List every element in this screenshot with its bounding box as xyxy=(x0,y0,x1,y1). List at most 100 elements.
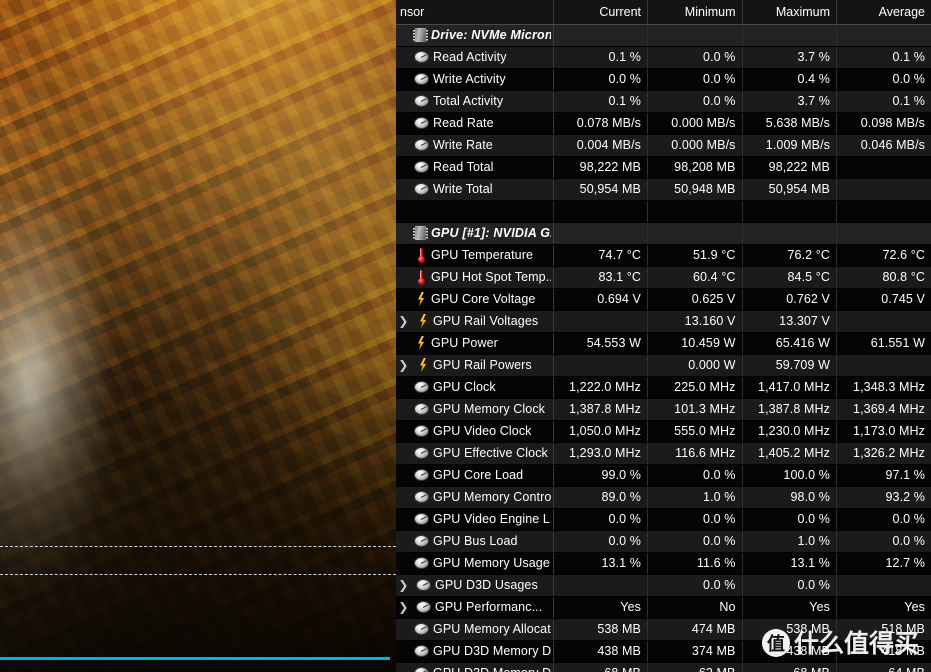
cell-minimum: No xyxy=(647,596,743,619)
gauge-icon xyxy=(414,469,429,481)
cell-maximum: 0.762 V xyxy=(742,288,837,311)
cell-sensor-name: GPU Memory Allocated xyxy=(396,618,554,641)
sensor-group-row[interactable]: GPU [#1]: NVIDIA G... xyxy=(396,222,931,245)
cell-sensor-name: ❯ GPU Rail Powers xyxy=(396,354,554,377)
gauge-icon xyxy=(414,645,429,657)
chevron-right-icon[interactable]: ❯ xyxy=(398,599,409,615)
chevron-placeholder xyxy=(396,247,407,263)
desktop-wallpaper[interactable] xyxy=(0,0,396,672)
cell-current: 99.0 % xyxy=(553,464,648,487)
gauge-icon xyxy=(414,403,429,415)
cell-sensor-name xyxy=(396,200,554,223)
cell-current: 1,050.0 MHz xyxy=(553,420,648,443)
cell-sensor-name: GPU [#1]: NVIDIA G... xyxy=(396,222,554,245)
column-header-minimum[interactable]: Minimum xyxy=(647,0,743,25)
table-row[interactable]: GPU Effective Clock 1,293.0 MHz 116.6 MHz 1… xyxy=(396,442,931,465)
table-row[interactable]: GPU Core Load 99.0 % 0.0 % 100.0 % 97.1 % xyxy=(396,464,931,487)
table-row[interactable]: ❯ GPU D3D Usages 0.0 % 0.0 % xyxy=(396,574,931,597)
table-row[interactable]: GPU Hot Spot Temp... 83.1 °C 60.4 °C 84.5 °… xyxy=(396,266,931,289)
table-row[interactable]: GPU Memory Clock 1,387.8 MHz 101.3 MHz 1,38… xyxy=(396,398,931,421)
table-row[interactable]: Read Total 98,222 MB 98,208 MB 98,222 MB xyxy=(396,156,931,179)
column-header-sensor[interactable]: nsor xyxy=(396,0,554,25)
table-row[interactable]: GPU D3D Memory D...68 MB62 MB68 MB64 MB xyxy=(396,662,931,672)
cell-minimum: 0.0 % xyxy=(647,574,743,597)
cell-maximum: 100.0 % xyxy=(742,464,837,487)
chip-icon xyxy=(413,27,428,43)
cell-minimum: 0.625 V xyxy=(647,288,743,311)
cell-sensor-name: ❯ GPU Rail Voltages xyxy=(396,310,554,333)
table-row[interactable]: GPU Video Clock 1,050.0 MHz 555.0 MHz 1,230… xyxy=(396,420,931,443)
table-row[interactable]: GPU Memory Allocated538 MB474 MB538 MB51… xyxy=(396,618,931,641)
cell-maximum: 1,230.0 MHz xyxy=(742,420,837,443)
table-row[interactable]: GPU D3D Memory D... 438 MB 374 MB 438 MB 418… xyxy=(396,640,931,663)
column-header-maximum[interactable]: Maximum xyxy=(742,0,837,25)
cell-sensor-name: GPU Effective Clock xyxy=(396,442,554,465)
chevron-placeholder xyxy=(396,445,407,461)
cell-current: 1,222.0 MHz xyxy=(553,376,648,399)
thermometer-icon xyxy=(416,247,427,263)
gauge-icon xyxy=(414,667,429,672)
column-header-average[interactable]: Average xyxy=(836,0,931,25)
chevron-placeholder xyxy=(396,489,407,505)
cell-minimum: 116.6 MHz xyxy=(647,442,743,465)
sensor-group-row[interactable]: Drive: NVMe Micron ... xyxy=(396,24,931,47)
table-row[interactable]: Write Rate 0.004 MB/s 0.000 MB/s 1.009 MB/s… xyxy=(396,134,931,157)
cell-average: 1,369.4 MHz xyxy=(836,398,931,421)
sensor-label: GPU D3D Memory D... xyxy=(433,644,551,658)
cell-minimum: 0.0 % xyxy=(647,46,743,69)
sensor-label: GPU Core Load xyxy=(433,468,524,482)
table-row[interactable]: Total Activity 0.1 % 0.0 % 3.7 % 0.1 % xyxy=(396,90,931,113)
cell-minimum: 0.000 MB/s xyxy=(647,134,743,157)
table-row[interactable]: Write Activity 0.0 % 0.0 % 0.4 % 0.0 % xyxy=(396,68,931,91)
taskbar-accent-line xyxy=(0,657,390,660)
table-row[interactable]: GPU Core Voltage 0.694 V 0.625 V 0.762 V 0.7… xyxy=(396,288,931,311)
table-row[interactable]: Read Activity 0.1 % 0.0 % 3.7 % 0.1 % xyxy=(396,46,931,69)
sensor-label: GPU Temperature xyxy=(431,248,534,262)
table-row[interactable]: GPU Power 54.553 W 10.459 W 65.416 W 61.551 … xyxy=(396,332,931,355)
chevron-right-icon[interactable]: ❯ xyxy=(398,313,409,329)
table-row[interactable]: GPU Memory Contro... 89.0 % 1.0 % 98.0 % 93.… xyxy=(396,486,931,509)
cell-average: 0.0 % xyxy=(836,508,931,531)
chevron-placeholder xyxy=(396,115,407,131)
gauge-icon xyxy=(414,117,429,129)
sensor-panel[interactable]: nsor Current Minimum Maximum Average Dri… xyxy=(396,0,931,672)
cell-maximum: 76.2 °C xyxy=(742,244,837,267)
table-row[interactable]: ❯ GPU Rail Voltages 13.160 V 13.307 V xyxy=(396,310,931,333)
cell-maximum: 1,405.2 MHz xyxy=(742,442,837,465)
cell-current xyxy=(553,310,648,333)
table-row[interactable]: GPU Temperature 74.7 °C 51.9 °C 76.2 °C 72.6… xyxy=(396,244,931,267)
table-row[interactable]: Write Total 50,954 MB 50,948 MB 50,954 MB xyxy=(396,178,931,201)
cell-maximum: 0.0 % xyxy=(742,508,837,531)
chevron-placeholder xyxy=(396,379,407,395)
cell-average: 64 MB xyxy=(836,662,931,672)
cell-average xyxy=(836,178,931,201)
cell-current: 0.004 MB/s xyxy=(553,134,648,157)
cell-average xyxy=(836,24,931,47)
table-row[interactable]: Read Rate 0.078 MB/s 0.000 MB/s 5.638 MB/s 0… xyxy=(396,112,931,135)
cell-minimum: 0.0 % xyxy=(647,530,743,553)
cell-current: 13.1 % xyxy=(553,552,648,575)
cell-average: 0.1 % xyxy=(836,46,931,69)
chevron-placeholder xyxy=(396,533,407,549)
column-header-current[interactable]: Current xyxy=(553,0,648,25)
sensor-label: GPU Memory Allocated xyxy=(433,622,551,636)
chevron-right-icon[interactable]: ❯ xyxy=(398,577,409,593)
cell-current: 538 MB xyxy=(553,618,648,641)
chevron-right-icon[interactable]: ❯ xyxy=(398,357,409,373)
table-row[interactable]: GPU Clock 1,222.0 MHz 225.0 MHz 1,417.0 MHz… xyxy=(396,376,931,399)
cell-maximum: Yes xyxy=(742,596,837,619)
chevron-placeholder xyxy=(396,555,407,571)
cell-current: 0.694 V xyxy=(553,288,648,311)
table-row[interactable]: GPU Bus Load 0.0 % 0.0 % 1.0 % 0.0 % xyxy=(396,530,931,553)
chevron-placeholder xyxy=(396,137,407,153)
cell-current: 89.0 % xyxy=(553,486,648,509)
table-row[interactable]: GPU Memory Usage 13.1 % 11.6 % 13.1 % 12.7 % xyxy=(396,552,931,575)
table-row[interactable]: GPU Video Engine L... 0.0 % 0.0 % 0.0 % 0.0 … xyxy=(396,508,931,531)
chevron-placeholder xyxy=(396,27,407,43)
chevron-placeholder xyxy=(396,291,407,307)
cell-minimum: 0.0 % xyxy=(647,68,743,91)
cell-maximum: 538 MB xyxy=(742,618,837,641)
table-row[interactable]: ❯ GPU Rail Powers 0.000 W 59.709 W xyxy=(396,354,931,377)
table-row[interactable]: ❯ GPU Performanc... Yes No Yes Yes xyxy=(396,596,931,619)
sensor-label: Write Rate xyxy=(433,138,493,152)
